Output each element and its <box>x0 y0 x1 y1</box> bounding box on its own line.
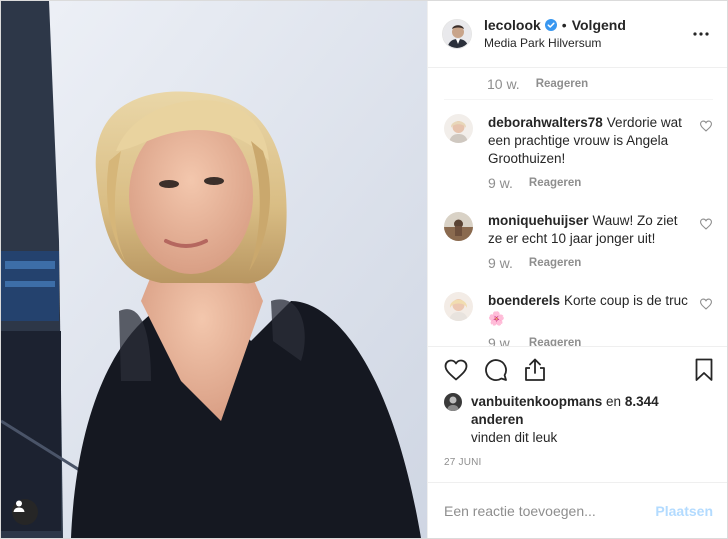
commenter-avatar[interactable] <box>444 212 473 241</box>
liker-username[interactable]: vanbuitenkoopmans <box>471 394 602 409</box>
bookmark-icon <box>695 358 713 381</box>
save-button[interactable] <box>681 354 713 386</box>
heart-icon <box>444 359 468 381</box>
post-comment-button[interactable]: Plaatsen <box>655 503 713 519</box>
comment-text: moniquehuijser Wauw! Zo ziet ze er echt 1… <box>488 212 691 248</box>
likes-summary: vanbuitenkoopmans en 8.344 anderen vinde… <box>444 393 713 447</box>
post-side-panel: lecolook • Volgend Media Park Hilversum <box>427 1 727 538</box>
author-avatar[interactable] <box>442 19 472 49</box>
comment-like-heart-icon[interactable] <box>699 218 713 230</box>
commenter-avatar-image <box>444 114 473 143</box>
comment-icon <box>485 359 507 381</box>
comment-text: deborahwalters78 Verdorie wat een prachti… <box>488 114 691 168</box>
commenter-username[interactable]: boenderels <box>488 293 560 308</box>
comment-like-heart-icon[interactable] <box>699 298 713 310</box>
post-header: lecolook • Volgend Media Park Hilversum <box>428 1 727 68</box>
post-photo[interactable] <box>1 1 427 538</box>
commenter-avatar[interactable] <box>444 292 473 321</box>
comment-meta: 9 w. Reageren <box>444 328 713 346</box>
caption-meta: 10 w. Reageren <box>444 68 713 100</box>
comment-button[interactable] <box>484 354 516 386</box>
author-avatar-image <box>443 20 471 48</box>
add-comment-section: Plaatsen <box>428 482 727 538</box>
user-tag-button[interactable] <box>12 499 38 525</box>
comment-reply-button[interactable]: Reageren <box>529 177 581 189</box>
comment-item: boenderels Korte coup is de truc 🌸 <box>444 278 713 328</box>
comment-time: 9 w. <box>488 255 513 271</box>
comment-meta: 9 w. Reageren <box>444 168 713 198</box>
liker-avatar[interactable] <box>444 393 462 411</box>
post-dialog: lecolook • Volgend Media Park Hilversum <box>0 0 728 539</box>
caption-reply-button[interactable]: Reageren <box>536 78 588 90</box>
commenter-username[interactable]: deborahwalters78 <box>488 115 603 130</box>
comment-like-heart-icon[interactable] <box>699 120 713 132</box>
post-location[interactable]: Media Park Hilversum <box>484 35 689 52</box>
user-tag-icon <box>13 500 25 512</box>
verified-badge-icon <box>544 19 557 31</box>
comment-input[interactable] <box>444 502 656 519</box>
share-icon <box>525 358 545 381</box>
comment-time: 9 w. <box>488 335 513 346</box>
likes-connector: en <box>606 394 622 409</box>
share-button[interactable] <box>524 354 556 386</box>
post-date[interactable]: 27 JUNI <box>444 457 713 468</box>
commenter-username[interactable]: moniquehuijser <box>488 213 589 228</box>
like-button[interactable] <box>444 354 476 386</box>
likes-suffix: vinden dit leuk <box>471 430 558 445</box>
follow-status-button[interactable]: Volgend <box>572 17 626 34</box>
comment-reply-button[interactable]: Reageren <box>529 257 581 269</box>
commenter-avatar[interactable] <box>444 114 473 143</box>
post-actions-section: vanbuitenkoopmans en 8.344 anderen vinde… <box>428 346 727 482</box>
commenter-avatar-image <box>444 292 473 321</box>
comment-item: deborahwalters78 Verdorie wat een prachti… <box>444 100 713 168</box>
more-icon <box>693 32 709 36</box>
comment-time: 9 w. <box>488 175 513 191</box>
comment-item: moniquehuijser Wauw! Zo ziet ze er echt 1… <box>444 198 713 248</box>
liker-avatar-image <box>444 393 462 411</box>
comment-meta: 9 w. Reageren <box>444 248 713 278</box>
more-options-button[interactable] <box>689 22 713 46</box>
comments-list[interactable]: 10 w. Reageren deborahwalters78 Verdorie … <box>428 68 727 346</box>
caption-time: 10 w. <box>487 75 520 92</box>
comment-reply-button[interactable]: Reageren <box>529 337 581 346</box>
author-username[interactable]: lecolook <box>484 17 541 34</box>
commenter-avatar-image <box>444 212 473 241</box>
header-separator: • <box>561 16 567 33</box>
action-bar <box>444 347 713 393</box>
woman-portrait-image <box>1 1 427 538</box>
comment-text: boenderels Korte coup is de truc 🌸 <box>488 292 691 328</box>
